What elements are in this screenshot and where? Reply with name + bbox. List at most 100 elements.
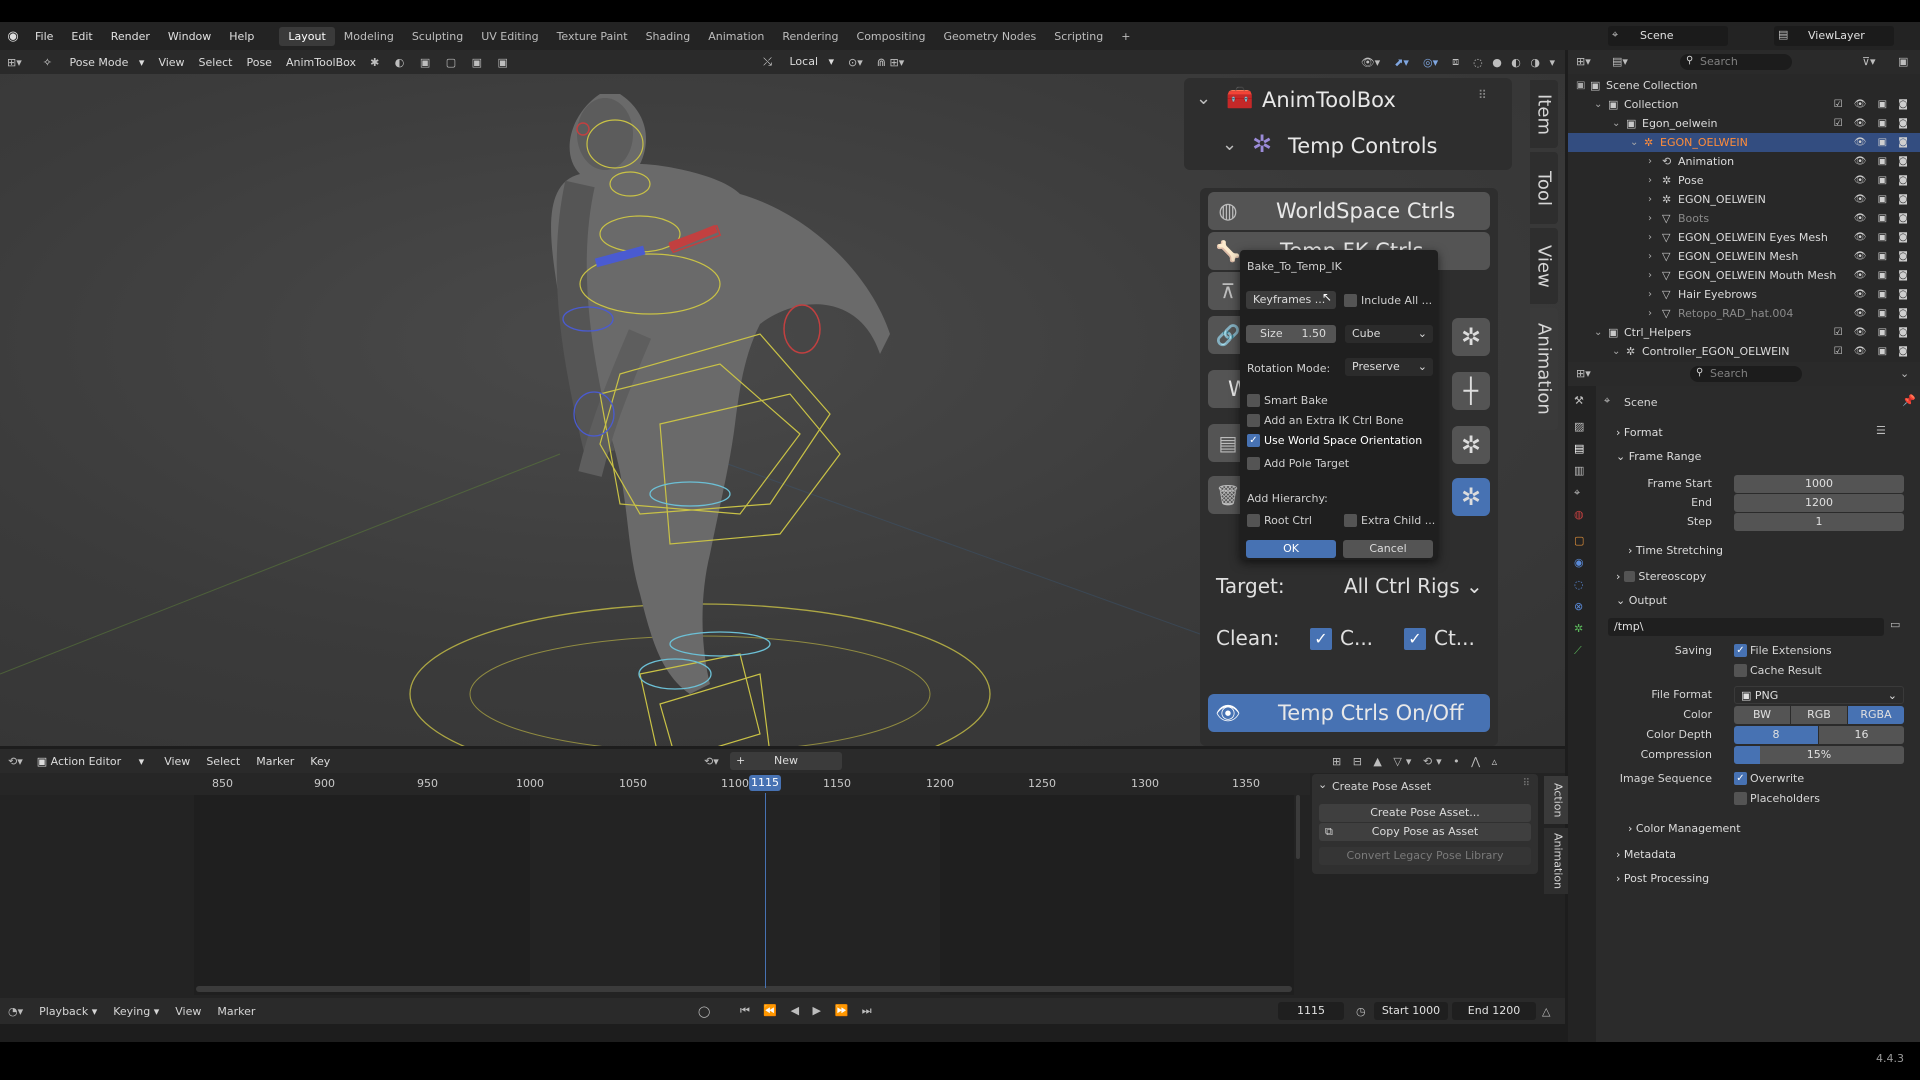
- armature-tab-icon[interactable]: ✲: [1574, 622, 1583, 635]
- drag-handle-icon[interactable]: ⠿: [1523, 778, 1530, 789]
- visibility-toggle-icons[interactable]: 👁 ▣ ◙: [1854, 285, 1912, 304]
- pb-menu-marker[interactable]: Marker: [209, 1005, 263, 1018]
- placeholders-checkbox[interactable]: [1734, 792, 1747, 805]
- scene-selector[interactable]: ⌖ Scene: [1608, 26, 1728, 46]
- autokey-icon[interactable]: ◯: [698, 1005, 710, 1018]
- outliner-row[interactable]: › ▽ Hair Eyebrows 👁 ▣ ◙: [1568, 285, 1920, 304]
- new-collection-icon[interactable]: ▣: [1898, 55, 1908, 68]
- outliner-row[interactable]: ⌄ ▣ Collection ☑ 👁 ▣ ◙: [1568, 95, 1920, 114]
- tab-sculpting[interactable]: Sculpting: [403, 27, 472, 46]
- expand-chevron-icon[interactable]: ›: [1648, 285, 1652, 304]
- visibility-toggle-icons[interactable]: 👁 ▣ ◙: [1854, 228, 1912, 247]
- ok-button[interactable]: OK: [1246, 540, 1336, 558]
- visibility-toggle-icons[interactable]: 👁 ▣ ◙: [1854, 190, 1912, 209]
- menu-animtoolbox[interactable]: AnimToolBox: [279, 56, 363, 69]
- editor-type-icon[interactable]: ⊞▾: [1576, 367, 1591, 380]
- outliner-row[interactable]: › ⟲ Animation 👁 ▣ ◙: [1568, 152, 1920, 171]
- outliner-row[interactable]: ▣ ▣ Scene Collection: [1568, 76, 1920, 95]
- menu-select[interactable]: Select: [192, 56, 240, 69]
- mode-selector[interactable]: ✧ Pose Mode ▾: [29, 56, 152, 69]
- color-management-panel-header[interactable]: › Color Management: [1628, 822, 1741, 835]
- timeline-vscrollbar[interactable]: [1296, 795, 1300, 859]
- physics-tab-icon[interactable]: ◌: [1574, 578, 1584, 591]
- folder-icon[interactable]: ▭: [1890, 618, 1900, 631]
- expand-chevron-icon[interactable]: ›: [1648, 266, 1652, 285]
- filter-icon[interactable]: ⊽▾: [1862, 55, 1876, 68]
- file-format-dropdown[interactable]: ▣ PNG ⌄: [1734, 686, 1904, 704]
- presets-icon[interactable]: ☰: [1876, 424, 1886, 437]
- pin-icon[interactable]: 📌: [1902, 394, 1916, 407]
- pole-target-checkbox[interactable]: [1247, 457, 1260, 470]
- frame-start-field[interactable]: 1000: [1734, 475, 1904, 493]
- visibility-toggle-icons[interactable]: 👁 ▣ ◙: [1854, 304, 1912, 323]
- compression-slider[interactable]: 15%: [1734, 746, 1904, 764]
- cancel-button[interactable]: Cancel: [1343, 540, 1433, 558]
- expand-chevron-icon[interactable]: ›: [1648, 247, 1652, 266]
- extra-ik-checkbox[interactable]: [1247, 414, 1260, 427]
- file-extensions-checkbox[interactable]: ✓: [1734, 644, 1747, 657]
- root-ctrl-checkbox[interactable]: [1247, 514, 1260, 527]
- display-mode-icon[interactable]: ▤▾: [1612, 55, 1628, 68]
- outliner-row[interactable]: › ▽ EGON_OELWEIN Mesh 👁 ▣ ◙: [1568, 247, 1920, 266]
- visibility-toggle-icons[interactable]: ☑ 👁 ▣ ◙: [1834, 323, 1912, 342]
- action-editor-mode[interactable]: ▣ Action Editor ▾: [31, 755, 150, 768]
- outliner-row[interactable]: › ✲ EGON_OELWEIN 👁 ▣ ◙: [1568, 190, 1920, 209]
- visibility-toggle-icons[interactable]: ☑ 👁 ▣ ◙: [1834, 95, 1912, 114]
- color-rgba-option[interactable]: RGBA: [1848, 706, 1904, 724]
- expand-chevron-icon[interactable]: ⌄: [1630, 133, 1638, 152]
- output-panel-header[interactable]: ⌄ Output: [1616, 594, 1667, 607]
- output-path-input[interactable]: /tmp\: [1608, 618, 1884, 636]
- collapse-chevron-icon[interactable]: ⌄: [1196, 88, 1211, 109]
- outliner-row[interactable]: ⌄ ▣ Ctrl_Helpers ☑ 👁 ▣ ◙: [1568, 323, 1920, 342]
- new-action-button[interactable]: + New: [730, 752, 842, 770]
- properties-search-input[interactable]: ⚲ Search: [1690, 366, 1802, 382]
- outliner-row[interactable]: ⌄ ▣ Egon_oelwein ☑ 👁 ▣ ◙: [1568, 114, 1920, 133]
- ae-menu-select[interactable]: Select: [198, 755, 248, 768]
- blender-logo-icon[interactable]: ◉: [0, 29, 26, 44]
- outliner-search-input[interactable]: ⚲ Search: [1680, 54, 1792, 70]
- editor-type-icon[interactable]: ⊞▾: [0, 56, 29, 69]
- depth-8-option[interactable]: 8: [1734, 726, 1818, 744]
- expand-chevron-icon[interactable]: ⌄: [1594, 323, 1602, 342]
- world-tab-icon[interactable]: ◍: [1574, 508, 1584, 521]
- bone-tab-icon[interactable]: ⟋: [1574, 644, 1582, 658]
- collapse-chevron-icon[interactable]: ⌄: [1222, 134, 1237, 155]
- action-browse-icon[interactable]: ⟲▾: [704, 755, 719, 768]
- temp-ctrls-toggle-button[interactable]: 👁 Temp Ctrls On/Off: [1208, 694, 1490, 732]
- extra-child-checkbox[interactable]: [1344, 514, 1357, 527]
- outliner-row[interactable]: › ✲ Pose 👁 ▣ ◙: [1568, 171, 1920, 190]
- output-tab-icon[interactable]: ▤: [1574, 442, 1584, 455]
- snap-icon[interactable]: ⋒ ⊞▾: [870, 56, 911, 69]
- visibility-toggle-icons[interactable]: ☑ 👁 ▣ ◙: [1834, 342, 1912, 361]
- format-panel-header[interactable]: › Format: [1616, 426, 1663, 439]
- object-tab-icon[interactable]: ▢: [1574, 534, 1584, 547]
- add-workspace-button[interactable]: +: [1112, 27, 1139, 46]
- menu-window[interactable]: Window: [159, 30, 220, 43]
- tab-compositing[interactable]: Compositing: [848, 27, 935, 46]
- transform-orientation[interactable]: ⤯ Local ▾: [749, 55, 841, 69]
- playhead-frame-indicator[interactable]: 1115: [749, 775, 781, 791]
- triangle-icon[interactable]: △: [1542, 1005, 1550, 1018]
- time-stretching-panel-header[interactable]: › Time Stretching: [1628, 544, 1723, 557]
- tab-view[interactable]: View: [1530, 228, 1558, 304]
- expand-chevron-icon[interactable]: ›: [1648, 209, 1652, 228]
- visibility-toggle-icons[interactable]: 👁 ▣ ◙: [1854, 209, 1912, 228]
- overlays-icon[interactable]: ◎▾: [1416, 56, 1445, 69]
- bake-settings-button[interactable]: ✲: [1452, 426, 1490, 464]
- outliner-row[interactable]: › ▽ Retopo_RAD_hat.004 👁 ▣ ◙: [1568, 304, 1920, 323]
- color-rgb-option[interactable]: RGB: [1791, 706, 1847, 724]
- tab-shading[interactable]: Shading: [637, 27, 700, 46]
- editor-type-icon[interactable]: ◔▾: [0, 1005, 31, 1018]
- tab-texture-paint[interactable]: Texture Paint: [548, 27, 637, 46]
- pivot-icon[interactable]: ⊙▾: [841, 56, 870, 69]
- ae-menu-view[interactable]: View: [156, 755, 198, 768]
- collapse-chevron-icon[interactable]: ⌄: [1318, 778, 1327, 791]
- tab-tool[interactable]: Tool: [1530, 152, 1558, 224]
- copy-pose-asset-button[interactable]: ⧉ Copy Pose as Asset: [1319, 823, 1531, 841]
- collection-icon[interactable]: ▣: [1576, 76, 1585, 95]
- scene-tab-icon[interactable]: ⌖: [1574, 486, 1580, 500]
- visibility-toggle-icons[interactable]: 👁 ▣ ◙: [1854, 247, 1912, 266]
- clean-option1-checkbox[interactable]: ✓: [1310, 628, 1332, 650]
- filter-tools-icon[interactable]: ⊞ ⊟ ▲ ▽▾ ⟲▾ • ⋀ ▵: [1332, 755, 1501, 768]
- shape-dropdown[interactable]: Cube ⌄: [1345, 325, 1433, 343]
